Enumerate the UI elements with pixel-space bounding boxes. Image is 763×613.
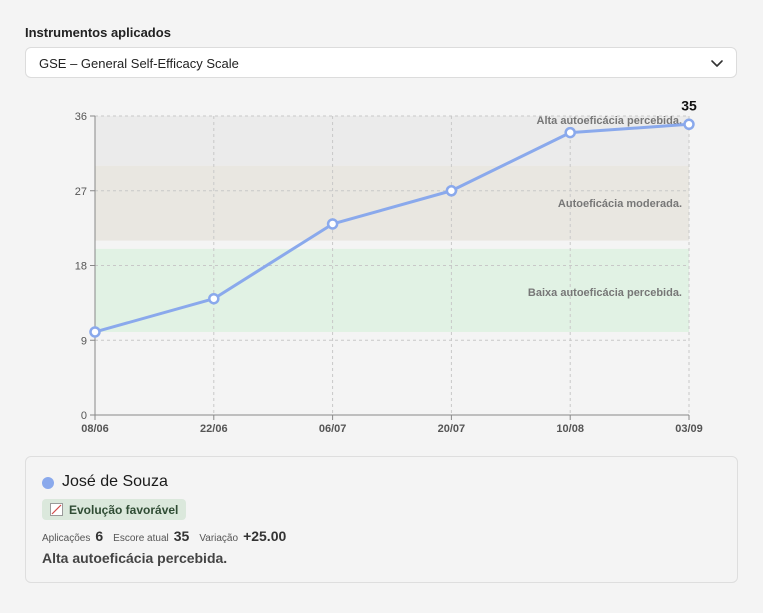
evolution-chart: 0 9 18 27 36 08/06 22/06 06/07 20/07 10/08 03/09 A… — [75, 97, 703, 435]
series-color-dot — [42, 477, 54, 489]
patient-name: José de Souza — [62, 473, 168, 490]
status-badge-label: Evolução favorável — [69, 502, 179, 517]
status-badge: Evolução favorável — [42, 499, 187, 520]
x-tick-label: 03/09 — [675, 423, 703, 435]
level-text: Alta autoeficácia percebida. — [42, 550, 228, 566]
data-point — [208, 292, 220, 305]
score-label: Escore atual — [113, 533, 169, 544]
y-tick-label: 18 — [75, 261, 87, 273]
last-value-label: 35 — [681, 97, 697, 113]
score-value: 35 — [173, 528, 190, 544]
instruments-label: Instrumentos aplicados — [25, 25, 171, 40]
trend-up-icon — [50, 503, 63, 516]
x-tick-label: 06/07 — [319, 423, 347, 435]
chevron-down-icon — [711, 60, 723, 67]
data-point — [683, 118, 695, 131]
data-point — [89, 326, 101, 338]
band-label: Baixa autoeficácia percebida. — [528, 287, 682, 299]
x-tick-label: 20/07 — [438, 423, 466, 435]
data-point — [564, 126, 576, 139]
y-tick-label: 9 — [81, 335, 87, 347]
x-tick-label: 08/06 — [81, 423, 109, 435]
x-tick-label: 10/08 — [556, 423, 584, 435]
data-point — [445, 185, 458, 197]
patient-stats: Aplicações 6 Escore atual 35 Variação +2… — [42, 528, 296, 544]
band-label: Autoeficácia moderada. — [558, 198, 682, 210]
x-tick-label: 22/06 — [200, 423, 228, 435]
y-tick-label: 27 — [75, 186, 87, 198]
y-tick-label: 0 — [81, 410, 87, 422]
applications-value: 6 — [95, 528, 104, 544]
variation-label: Variação — [199, 533, 239, 544]
bands — [95, 116, 689, 332]
variation-value: +25.00 — [243, 528, 287, 544]
applications-label: Aplicações — [42, 533, 91, 544]
instrument-select[interactable]: GSE – General Self-Efficacy Scale — [25, 47, 737, 78]
instrument-select-value: GSE – General Self-Efficacy Scale — [39, 56, 239, 71]
data-point — [326, 218, 339, 230]
patient-card: José de Souza Evolução favorável Aplicaç… — [25, 456, 738, 583]
y-tick-label: 36 — [75, 111, 87, 123]
